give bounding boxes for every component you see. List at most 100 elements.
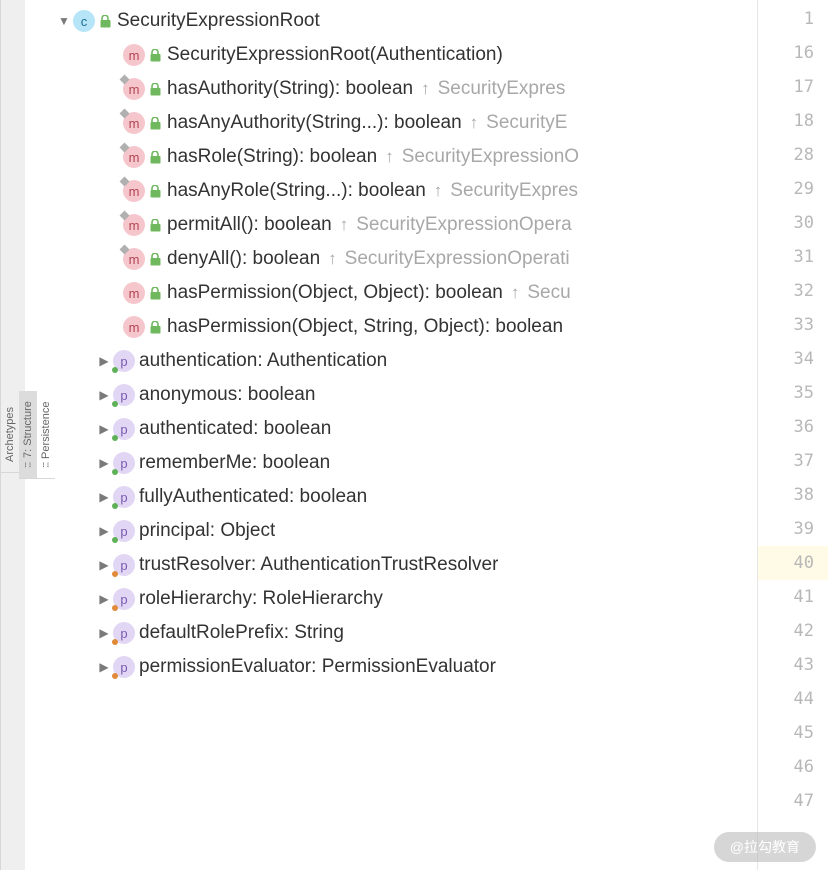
method-icon: m [123,146,145,168]
expand-toggle-icon[interactable]: ▶ [95,388,113,402]
lock-icon [99,14,111,28]
line-number[interactable]: 33 [758,308,828,342]
origin-label: Secu [527,282,570,304]
expand-toggle-icon[interactable]: ▶ [95,456,113,470]
method-icon: m [123,214,145,236]
tree-node-method[interactable]: mhasPermission(Object, String, Object): … [25,310,757,344]
class-icon: c [73,10,95,32]
tree-node-method[interactable]: mpermitAll(): boolean↑SecurityExpression… [25,208,757,242]
line-number[interactable]: 45 [758,716,828,750]
node-label: denyAll(): boolean [167,248,320,270]
override-up-icon: ↑ [434,181,443,201]
node-label: permissionEvaluator: PermissionEvaluator [139,656,496,678]
lock-icon [149,116,161,130]
sidebar-tab-archetypes[interactable]: Archetypes [1,397,19,473]
tree-node-property[interactable]: ▶pprincipal: Object [25,514,757,548]
editor-gutter: 1161718282930313233343536373839404142434… [757,0,828,870]
tree-node-property[interactable]: ▶proleHierarchy: RoleHierarchy [25,582,757,616]
line-number[interactable]: 32 [758,274,828,308]
override-up-icon: ↑ [328,249,337,269]
node-label: trustResolver: AuthenticationTrustResolv… [139,554,498,576]
tree-node-method[interactable]: m hasAnyRole(String...): boolean ↑ Security… [25,174,757,208]
structure-tree[interactable]: ▼cSecurityExpressionRootmSecurityExpress… [25,0,757,870]
property-icon: p [113,452,135,474]
override-up-icon: ↑ [385,147,394,167]
lock-icon [149,48,161,62]
node-label: hasPermission(Object, Object): boolean [167,282,503,304]
line-number[interactable]: 46 [758,750,828,784]
expand-toggle-icon[interactable]: ▶ [95,558,113,572]
node-label: authentication: Authentication [139,350,387,372]
line-number[interactable]: 16 [758,36,828,70]
tree-node-property[interactable]: ▶ptrustResolver: AuthenticationTrustReso… [25,548,757,582]
node-label: roleHierarchy: RoleHierarchy [139,588,383,610]
tree-node-method[interactable]: mhasPermission(Object, Object): boolean↑… [25,276,757,310]
property-icon: p [113,384,135,406]
expand-toggle-icon[interactable]: ▼ [55,14,73,28]
origin-label: SecurityExpres [438,78,566,100]
line-number[interactable]: 31 [758,240,828,274]
line-number[interactable]: 29 [758,172,828,206]
line-number[interactable]: 37 [758,444,828,478]
tree-node-property[interactable]: ▶pdefaultRolePrefix: String [25,616,757,650]
origin-label: SecurityExpressionO [402,146,579,168]
line-number[interactable]: 39 [758,512,828,546]
line-number[interactable]: 36 [758,410,828,444]
line-number[interactable]: 44 [758,682,828,716]
node-label: permitAll(): boolean [167,214,332,236]
tree-node-class[interactable]: ▼c SecurityExpressionRoot [25,4,757,38]
expand-toggle-icon[interactable]: ▶ [95,422,113,436]
tree-node-property[interactable]: ▶pfullyAuthenticated: boolean [25,480,757,514]
tree-node-method[interactable]: mdenyAll(): boolean↑SecurityExpressionOp… [25,242,757,276]
tree-node-property[interactable]: ▶pauthentication: Authentication [25,344,757,378]
node-label: fullyAuthenticated: boolean [139,486,367,508]
method-icon: m [123,180,145,202]
line-number[interactable]: 17 [758,70,828,104]
expand-toggle-icon[interactable]: ▶ [95,626,113,640]
line-number[interactable]: 1 [758,2,828,36]
property-icon: p [113,588,135,610]
tree-node-property[interactable]: ▶ppermissionEvaluator: PermissionEvaluat… [25,650,757,684]
line-number[interactable]: 40 [758,546,828,580]
origin-label: SecurityE [486,112,567,134]
expand-toggle-icon[interactable]: ▶ [95,660,113,674]
property-icon: p [113,622,135,644]
tree-node-method[interactable]: mhasAnyAuthority(String...): boolean↑Sec… [25,106,757,140]
origin-label: SecurityExpres [450,180,578,202]
node-label: hasAnyRole(String...): boolean [167,180,426,202]
origin-label: SecurityExpressionOperati [345,248,570,270]
tree-node-method[interactable]: mSecurityExpressionRoot(Authentication) [25,38,757,72]
expand-toggle-icon[interactable]: ▶ [95,524,113,538]
line-number[interactable]: 28 [758,138,828,172]
property-icon: p [113,520,135,542]
node-label: hasRole(String): boolean [167,146,377,168]
node-label: SecurityExpressionRoot [117,10,320,32]
override-up-icon: ↑ [470,113,479,133]
tree-node-property[interactable]: ▶prememberMe: boolean [25,446,757,480]
line-number[interactable]: 47 [758,784,828,818]
node-label: hasAuthority(String): boolean [167,78,413,100]
tree-node-property[interactable]: ▶pauthenticated: boolean [25,412,757,446]
property-icon: p [113,350,135,372]
expand-toggle-icon[interactable]: ▶ [95,490,113,504]
method-icon: m [123,112,145,134]
tree-node-method[interactable]: m hasRole(String): boolean ↑ SecurityExpres… [25,140,757,174]
override-up-icon: ↑ [511,283,520,303]
method-icon: m [123,44,145,66]
line-number[interactable]: 34 [758,342,828,376]
line-number[interactable]: 18 [758,104,828,138]
lock-icon [149,184,161,198]
line-number[interactable]: 35 [758,376,828,410]
line-number[interactable]: 30 [758,206,828,240]
node-label: anonymous: boolean [139,384,315,406]
expand-toggle-icon[interactable]: ▶ [95,592,113,606]
expand-toggle-icon[interactable]: ▶ [95,354,113,368]
line-number[interactable]: 43 [758,648,828,682]
line-number[interactable]: 42 [758,614,828,648]
property-icon: p [113,656,135,678]
line-number[interactable]: 41 [758,580,828,614]
tree-node-property[interactable]: ▶panonymous: boolean [25,378,757,412]
lock-icon [149,320,161,334]
tree-node-method[interactable]: mhasAuthority(String): boolean↑SecurityE… [25,72,757,106]
line-number[interactable]: 38 [758,478,828,512]
